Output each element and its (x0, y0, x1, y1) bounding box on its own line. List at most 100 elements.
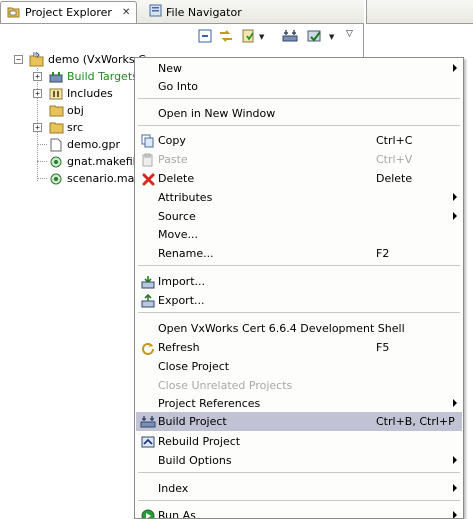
tree-connector (37, 178, 47, 179)
menu-item-label: Attributes (158, 191, 213, 204)
filter-icon[interactable] (241, 28, 257, 44)
submenu-arrow-icon (453, 193, 457, 201)
menu-item-move[interactable]: Move... (136, 225, 462, 244)
menu-item-label: Copy (158, 134, 186, 147)
close-icon[interactable]: ✕ (122, 7, 130, 18)
menu-separator (138, 472, 460, 473)
refresh-icon (140, 340, 156, 356)
submenu-arrow-icon (453, 511, 457, 518)
menu-item-rebuild-project[interactable]: Rebuild Project (136, 432, 462, 451)
menu-item-label: Project References (158, 397, 261, 410)
menu-item-label: Index (158, 482, 189, 495)
menu-item-run-as[interactable]: Run As (136, 506, 462, 519)
tab-file-navigator[interactable]: File Navigator (143, 1, 243, 23)
collapse-twisty-icon[interactable]: − (14, 55, 23, 64)
menu-item-build-project[interactable]: Build Project Ctrl+B, Ctrl+P (136, 412, 462, 431)
menu-separator (138, 125, 460, 126)
menu-item-label: Build Options (158, 454, 232, 467)
menu-item-label: Close Unrelated Projects (158, 379, 293, 392)
red-x-icon (140, 171, 156, 187)
tab-project-explorer[interactable]: Project Explorer ✕ (0, 1, 137, 23)
menu-item-project-references[interactable]: Project References (136, 394, 462, 413)
menu-item-new[interactable]: New (136, 59, 462, 78)
file-navigator-icon (149, 4, 162, 20)
menu-item-open-in-new-window[interactable]: Open in New Window (136, 104, 462, 123)
svg-text:M: M (33, 52, 37, 58)
menu-separator (138, 265, 460, 266)
paste-icon (140, 152, 156, 168)
view-toolbar: ▼ ▼ ▽ (0, 25, 364, 47)
menu-item-label: Open in New Window (158, 107, 276, 120)
view-menu-icon[interactable]: ▽ (346, 29, 353, 39)
menu-separator (138, 500, 460, 501)
menu-item-shortcut: Delete (376, 172, 413, 185)
tree-item-label: Build Targets (67, 70, 138, 83)
menu-item-refresh[interactable]: Refresh F5 (136, 338, 462, 357)
menu-item-open-development-shell[interactable]: Open VxWorks Cert 6.6.4 Development Shel… (136, 319, 462, 338)
expand-twisty-icon[interactable]: + (33, 123, 42, 132)
menu-item-attributes[interactable]: Attributes (136, 188, 462, 207)
tree-item-label: Includes (67, 87, 113, 100)
submenu-arrow-icon (453, 399, 457, 407)
submenu-arrow-icon (453, 212, 457, 220)
configure-icon[interactable] (307, 28, 323, 44)
submenu-arrow-icon (453, 456, 457, 464)
tree-item-obj[interactable]: obj (48, 102, 84, 119)
menu-item-shortcut: Ctrl+C (376, 134, 413, 147)
tree-item-build-targets[interactable]: Build Targets (48, 68, 138, 85)
menu-item-label: Rename... (158, 247, 214, 260)
menu-item-shortcut: F5 (376, 341, 390, 354)
menu-item-label: Export... (158, 294, 205, 307)
tree-item-includes[interactable]: Includes (48, 85, 113, 102)
copy-icon (140, 133, 156, 149)
export-icon (140, 293, 156, 309)
project-explorer-icon (7, 5, 21, 21)
menu-item-label: Close Project (158, 360, 230, 373)
collapse-all-icon[interactable] (197, 28, 213, 44)
menu-item-label: Go Into (158, 80, 199, 93)
chevron-down-icon[interactable]: ▼ (329, 33, 334, 41)
tree-connector (37, 161, 47, 162)
tree-item-label: obj (67, 104, 84, 117)
includes-icon (48, 86, 64, 102)
tree-item-src[interactable]: src (48, 119, 83, 136)
menu-item-label: Run As (158, 509, 196, 519)
menu-item-rename[interactable]: Rename... F2 (136, 244, 462, 263)
folder-icon (48, 103, 64, 119)
rebuild-icon (140, 434, 156, 450)
expand-twisty-icon[interactable]: + (33, 72, 42, 81)
expand-twisty-icon[interactable]: + (33, 89, 42, 98)
menu-item-label: Move... (158, 228, 198, 241)
tree-item-demo-gpr[interactable]: demo.gpr (48, 136, 120, 153)
tree-item-gnat-makefile[interactable]: gnat.makefile (48, 153, 142, 170)
menu-item-label: Paste (158, 153, 188, 166)
menu-item-source[interactable]: Source (136, 207, 462, 226)
menu-item-shortcut: Ctrl+V (376, 153, 413, 166)
tree-item-label: src (67, 121, 84, 134)
tree-item-label: demo (VxWorks C (48, 53, 146, 66)
makefile-icon (48, 171, 64, 187)
menu-item-copy[interactable]: Copy Ctrl+C (136, 131, 462, 150)
build-toolbar-icon[interactable] (282, 28, 298, 44)
chevron-down-icon[interactable]: ▼ (259, 33, 264, 41)
menu-item-build-options[interactable]: Build Options (136, 451, 462, 470)
menu-item-delete[interactable]: Delete Delete (136, 169, 462, 188)
menu-item-paste[interactable]: Paste Ctrl+V (136, 150, 462, 169)
menu-item-go-into[interactable]: Go Into (136, 77, 462, 96)
menu-item-close-project[interactable]: Close Project (136, 357, 462, 376)
link-with-editor-icon[interactable] (218, 28, 234, 44)
folder-icon (48, 120, 64, 136)
menu-separator (138, 312, 460, 313)
menu-item-import[interactable]: Import... (136, 272, 462, 291)
build-icon (140, 414, 156, 430)
menu-item-close-unrelated-projects[interactable]: Close Unrelated Projects (136, 376, 462, 395)
menu-item-index[interactable]: Index (136, 479, 462, 498)
submenu-arrow-icon (453, 484, 457, 492)
tree-item-demo-project[interactable]: M demo (VxWorks C (29, 51, 146, 68)
menu-item-label: Refresh (158, 341, 200, 354)
makefile-icon (48, 154, 64, 170)
submenu-arrow-icon (453, 64, 457, 72)
menu-item-export[interactable]: Export... (136, 291, 462, 310)
tree-item-scenario-makefile[interactable]: scenario.make (48, 170, 147, 187)
editor-tab-bar (366, 0, 473, 24)
